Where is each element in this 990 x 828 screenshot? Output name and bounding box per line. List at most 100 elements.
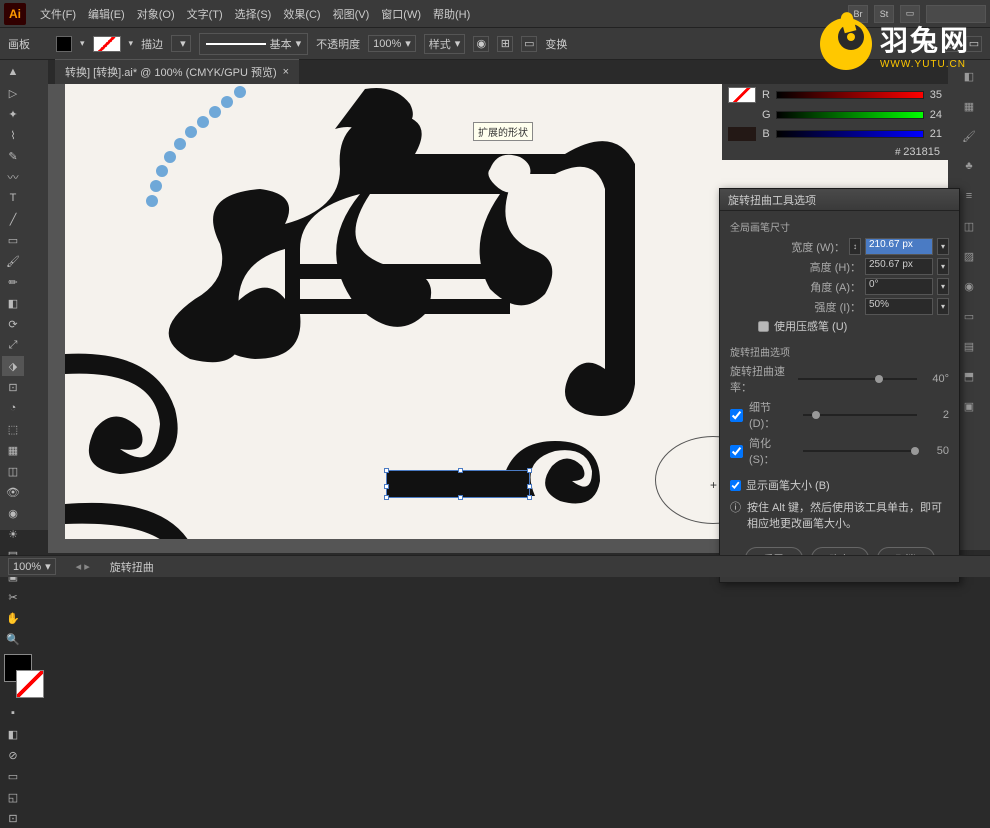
eyedropper-tool[interactable]: 👁 [2, 482, 24, 502]
menu-window[interactable]: 窗口(W) [375, 6, 427, 22]
watermark-brand: 羽兔网 [880, 19, 970, 59]
shape-icon[interactable]: ▭ [521, 36, 537, 52]
mesh-tool[interactable]: ▦ [2, 440, 24, 460]
rate-value: 40° [923, 373, 949, 385]
detail-checkbox[interactable] [730, 409, 743, 422]
perspective-tool[interactable]: ⬚ [2, 419, 24, 439]
twirl-tool-options-dialog: 旋转扭曲工具选项 全局画笔尺寸 宽度 (W)：↕210.67 px▾ 高度 (H… [719, 188, 960, 583]
pen-tool[interactable]: ✎ [2, 146, 24, 166]
recolor-icon[interactable]: ◉ [473, 36, 489, 52]
lasso-tool[interactable]: ⌇ [2, 125, 24, 145]
gradient-tool[interactable]: ◫ [2, 461, 24, 481]
width-input[interactable]: 210.67 px [865, 238, 933, 255]
angle-dropdown-icon[interactable]: ▾ [937, 278, 949, 295]
magic-wand-tool[interactable]: ✦ [2, 104, 24, 124]
panel-brushes-icon[interactable]: 🖌 [950, 122, 988, 150]
screen-mode[interactable]: ⊡ [2, 808, 24, 828]
simplify-slider[interactable] [803, 450, 917, 452]
swirl-artwork [65, 344, 285, 539]
menu-file[interactable]: 文件(F) [34, 6, 82, 22]
info-icon: ⓘ [730, 499, 741, 531]
stroke-color[interactable] [16, 670, 44, 698]
menu-type[interactable]: 文字(T) [181, 6, 229, 22]
detail-slider[interactable] [803, 414, 917, 416]
panel-symbols-icon[interactable]: ♣ [950, 152, 988, 180]
color-row-b[interactable]: B 21 [722, 124, 948, 144]
doc-tab-label: 转换] [转换].ai* @ 100% (CMYK/GPU 预览) [65, 64, 277, 80]
draw-normal[interactable]: ▭ [2, 766, 24, 786]
simplify-label: 简化 (S)： [749, 435, 797, 467]
intensity-input[interactable]: 50% [865, 298, 933, 315]
color-row-r[interactable]: R 35 [722, 84, 948, 106]
fill-preview[interactable] [728, 127, 756, 141]
selected-rectangle[interactable] [386, 470, 530, 498]
none-mode[interactable]: ⊘ [2, 745, 24, 765]
stroke-label: 描边 [141, 36, 163, 52]
opacity-value[interactable]: 100%▾ [368, 35, 416, 52]
fill-stroke-control[interactable] [4, 654, 44, 698]
slider-r[interactable] [776, 91, 924, 99]
type-tool[interactable]: T [2, 188, 24, 208]
opacity-label: 不透明度 [316, 36, 360, 52]
height-dropdown-icon[interactable]: ▾ [937, 258, 949, 275]
close-tab-icon[interactable]: × [283, 66, 289, 78]
color-row-g[interactable]: G 24 [722, 106, 948, 124]
document-tab[interactable]: 转换] [转换].ai* @ 100% (CMYK/GPU 预览) × [55, 59, 299, 84]
width-tool[interactable]: ⬗ [2, 356, 24, 376]
rectangle-tool[interactable]: ▭ [2, 230, 24, 250]
eraser-tool[interactable]: ◧ [2, 293, 24, 313]
rate-label: 旋转扭曲速率： [730, 363, 792, 395]
menu-edit[interactable]: 编辑(E) [82, 6, 131, 22]
show-brush-checkbox[interactable] [730, 480, 741, 491]
line-tool[interactable]: ╱ [2, 209, 24, 229]
stroke-preview[interactable] [728, 87, 756, 103]
brush-style[interactable]: 基本▾ [199, 33, 309, 55]
selection-tool[interactable]: ▲ [2, 62, 24, 82]
direct-select-tool[interactable]: ▷ [2, 83, 24, 103]
menu-effect[interactable]: 效果(C) [277, 6, 326, 22]
hand-tool[interactable]: ✋ [2, 608, 24, 628]
width-dropdown-icon[interactable]: ▾ [937, 238, 949, 255]
free-transform-tool[interactable]: ⊡ [2, 377, 24, 397]
watermark-logo [820, 18, 872, 70]
intensity-dropdown-icon[interactable]: ▾ [937, 298, 949, 315]
stroke-swatch[interactable] [93, 36, 121, 52]
transform-link[interactable]: 变换 [545, 36, 567, 52]
zoom-level[interactable]: 100%▾ [8, 558, 56, 575]
value-b: 21 [930, 128, 942, 140]
app-logo: Ai [4, 3, 26, 25]
menu-object[interactable]: 对象(O) [131, 6, 181, 22]
gradient-mode[interactable]: ◧ [2, 724, 24, 744]
menu-view[interactable]: 视图(V) [327, 6, 376, 22]
color-mode[interactable]: ▪ [2, 703, 24, 723]
height-input[interactable]: 250.67 px [865, 258, 933, 275]
shape-builder-tool[interactable]: ◔ [2, 398, 24, 418]
slider-b[interactable] [776, 130, 924, 138]
draw-behind[interactable]: ◱ [2, 787, 24, 807]
simplify-checkbox[interactable] [730, 445, 743, 458]
fill-swatch[interactable] [56, 36, 72, 52]
align-icon[interactable]: ⊞ [497, 36, 513, 52]
scale-tool[interactable]: ⤢ [2, 335, 24, 355]
zoom-tool[interactable]: 🔍 [2, 629, 24, 649]
stroke-weight[interactable]: ▾ [171, 35, 191, 52]
detail-label: 细节 (D)： [749, 399, 797, 431]
symbol-tool[interactable]: ☀ [2, 524, 24, 544]
width-link-icon[interactable]: ↕ [849, 238, 861, 255]
rotate-tool[interactable]: ⟳ [2, 314, 24, 334]
pressure-checkbox [758, 321, 769, 332]
rate-slider[interactable] [798, 378, 917, 380]
panel-swatches-icon[interactable]: ▦ [950, 92, 988, 120]
shaper-tool[interactable]: ✏ [2, 272, 24, 292]
paintbrush-tool[interactable]: 🖌 [2, 251, 24, 271]
blend-tool[interactable]: ◉ [2, 503, 24, 523]
hex-value[interactable]: # 231815 [722, 144, 948, 160]
curvature-tool[interactable]: 〰 [2, 167, 24, 187]
slice-tool[interactable]: ✂ [2, 587, 24, 607]
menu-help[interactable]: 帮助(H) [427, 6, 476, 22]
style-dropdown[interactable]: 样式▾ [424, 34, 466, 54]
angle-input[interactable]: 0° [865, 278, 933, 295]
menu-select[interactable]: 选择(S) [229, 6, 278, 22]
slider-g[interactable] [776, 111, 924, 119]
pressure-label: 使用压感笔 (U) [774, 318, 847, 334]
